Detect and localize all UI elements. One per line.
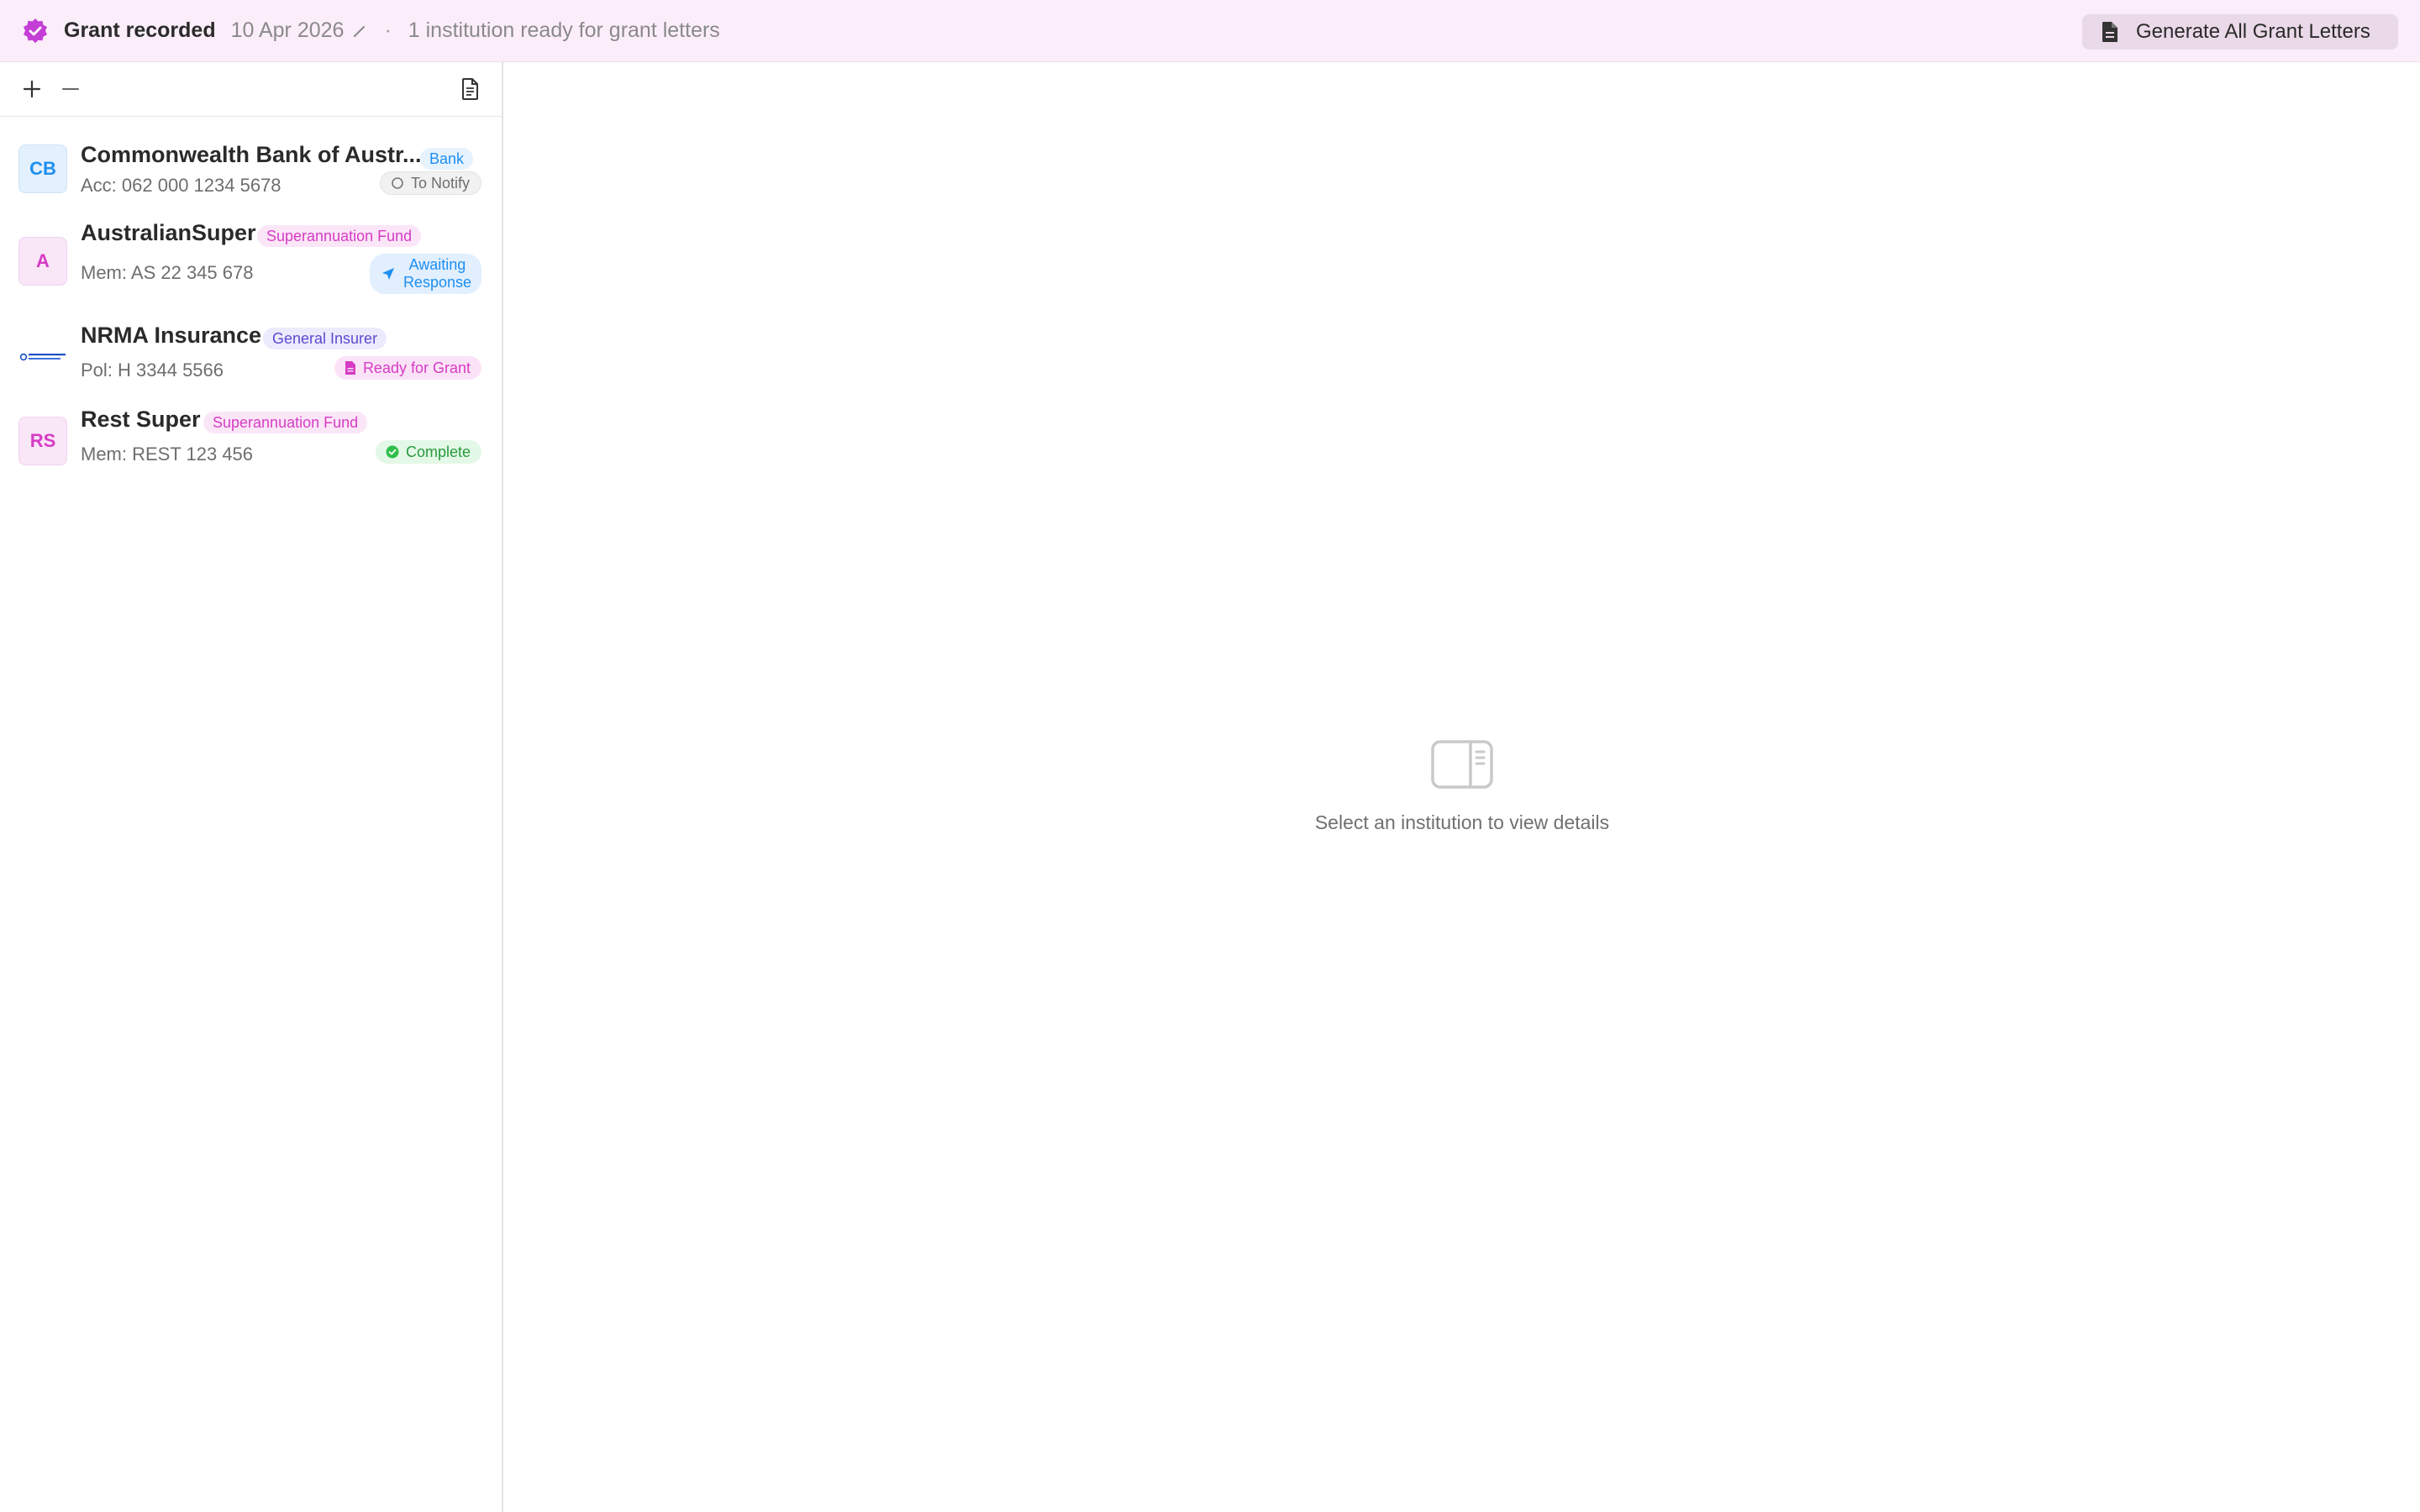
avatar: RS — [18, 417, 67, 465]
institution-row-cba[interactable]: CB Commonwealth Bank of Austr... Bank Ac… — [0, 129, 502, 210]
banner-separator: · — [384, 18, 392, 42]
check-circle-icon — [386, 445, 399, 459]
remove-institution-button[interactable] — [55, 74, 86, 104]
minus-icon — [62, 88, 79, 90]
institution-row-rest-super[interactable]: RS Rest Super Superannuation Fund Mem: R… — [0, 402, 502, 482]
document-outline-icon — [462, 78, 478, 100]
type-tag-superannuation: Superannuation Fund — [257, 225, 422, 247]
institution-name: Rest Super — [81, 407, 201, 432]
institution-sidebar: CB Commonwealth Bank of Austr... Bank Ac… — [0, 62, 503, 1512]
document-icon — [2101, 21, 2119, 43]
type-tag-bank: Bank — [420, 148, 474, 170]
edit-date-icon[interactable] — [352, 24, 367, 39]
send-arrow-icon — [381, 267, 395, 281]
document-list-button[interactable] — [455, 74, 486, 104]
status-badge: Awaiting Response — [369, 254, 481, 294]
type-tag-superannuation: Superannuation Fund — [203, 412, 368, 433]
status-badge: Complete — [375, 440, 481, 464]
status-label: Awaiting Response — [402, 256, 471, 291]
ready-summary: 1 institution ready for grant letters — [408, 18, 720, 42]
banner-title: Grant recorded — [64, 18, 216, 42]
type-tag-general-insurer: General Insurer — [263, 328, 387, 349]
status-badge: Ready for Grant — [334, 356, 481, 380]
status-label: Complete — [405, 443, 471, 460]
plus-icon — [23, 80, 41, 98]
institution-row-australiansuper[interactable]: A AustralianSuper Superannuation Fund Me… — [0, 217, 502, 309]
member-ref: Mem: AS 22 345 678 — [81, 262, 254, 283]
avatar: A — [18, 237, 67, 286]
account-ref: Acc: 062 000 1234 5678 — [81, 175, 281, 196]
institution-name: AustralianSuper — [81, 220, 256, 245]
sidebar-toolbar — [0, 62, 502, 117]
add-institution-button[interactable] — [17, 74, 47, 104]
empty-circle-icon — [391, 176, 404, 190]
empty-state-message: Select an institution to view details — [1314, 811, 1610, 833]
policy-ref: Pol: H 3344 5566 — [81, 360, 224, 381]
status-label: To Notify — [410, 174, 470, 192]
avatar: CB — [18, 144, 67, 193]
institution-row-nrma[interactable]: NRMA Insurance General Insurer Pol: H 33… — [0, 318, 502, 398]
document-filled-icon — [345, 361, 356, 375]
institution-name: NRMA Insurance — [81, 323, 262, 348]
grant-date[interactable]: 10 Apr 2026 — [231, 18, 345, 43]
sidebar-panel-icon — [1430, 739, 1494, 790]
nrma-logo — [18, 333, 67, 381]
member-ref: Mem: REST 123 456 — [81, 444, 254, 465]
status-badge: To Notify — [379, 171, 481, 195]
verified-badge-icon — [22, 18, 49, 45]
generate-all-letters-label: Generate All Grant Letters — [2136, 20, 2370, 43]
grant-banner: Grant recorded 10 Apr 2026 · 1 instituti… — [0, 0, 2420, 62]
status-label: Ready for Grant — [362, 359, 471, 376]
institution-name: Commonwealth Bank of Austr... — [81, 142, 422, 167]
generate-all-letters-button[interactable]: Generate All Grant Letters — [2082, 14, 2398, 50]
